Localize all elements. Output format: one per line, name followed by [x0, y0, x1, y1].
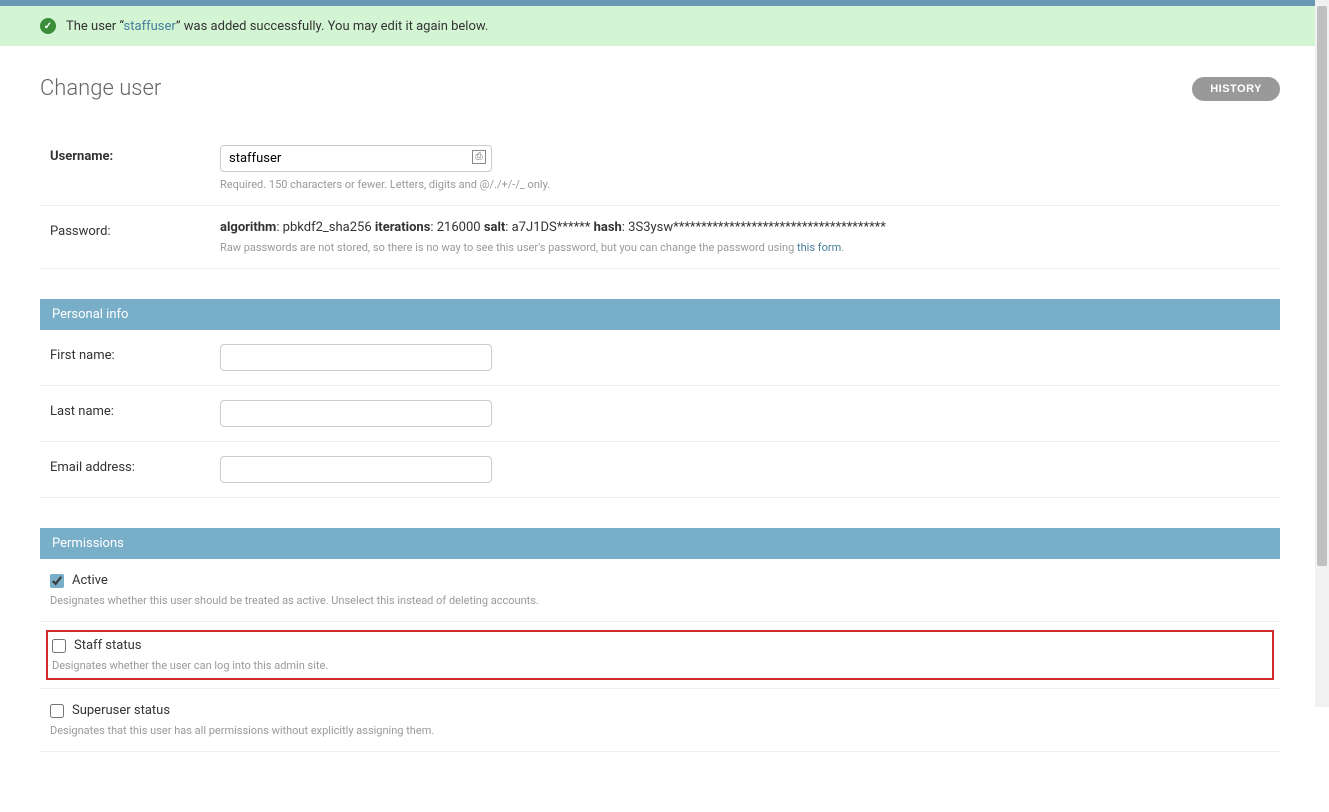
superuser-help: Designates that this user has all permis…	[50, 724, 1270, 737]
success-banner: ✓ The user “staffuser” was added success…	[0, 6, 1329, 46]
active-row: Active Designates whether this user shou…	[40, 559, 1280, 622]
permissions-fieldset: Permissions Active Designates whether th…	[40, 528, 1280, 752]
superuser-row: Superuser status Designates that this us…	[40, 689, 1280, 752]
superuser-checkbox[interactable]	[50, 704, 64, 718]
username-label: Username:	[50, 145, 220, 164]
last-name-input[interactable]	[220, 400, 492, 427]
first-name-row: First name:	[40, 330, 1280, 386]
email-row: Email address:	[40, 442, 1280, 498]
password-form-link[interactable]: this form	[797, 241, 841, 254]
active-label: Active	[72, 573, 108, 588]
last-name-row: Last name:	[40, 386, 1280, 442]
history-button[interactable]: HISTORY	[1192, 77, 1280, 101]
permissions-header: Permissions	[40, 528, 1280, 559]
email-label: Email address:	[50, 456, 220, 475]
password-row: Password: algorithm: pbkdf2_sha256 itera…	[40, 206, 1280, 269]
active-checkbox[interactable]	[50, 574, 64, 588]
staff-checkbox[interactable]	[52, 639, 66, 653]
password-help: Raw passwords are not stored, so there i…	[220, 241, 1270, 254]
staff-row: Staff status Designates whether the user…	[40, 622, 1280, 689]
last-name-label: Last name:	[50, 400, 220, 419]
scrollbar-thumb[interactable]	[1317, 6, 1327, 566]
staff-highlight: Staff status Designates whether the user…	[46, 630, 1274, 680]
active-help: Designates whether this user should be t…	[50, 594, 1270, 607]
personal-info-fieldset: Personal info First name: Last name: Ema…	[40, 299, 1280, 498]
banner-user-link[interactable]: staffuser	[124, 19, 176, 34]
banner-text: The user “staffuser” was added successfu…	[66, 19, 488, 34]
first-name-input[interactable]	[220, 344, 492, 371]
check-circle-icon: ✓	[40, 18, 56, 34]
username-help: Required. 150 characters or fewer. Lette…	[220, 178, 1270, 191]
first-name-label: First name:	[50, 344, 220, 363]
staff-help: Designates whether the user can log into…	[52, 659, 1268, 672]
password-display: algorithm: pbkdf2_sha256 iterations: 216…	[220, 220, 1270, 235]
username-row: Username: ⎙ Required. 150 characters or …	[40, 131, 1280, 206]
scrollbar[interactable]	[1315, 0, 1329, 707]
main-fieldset: Username: ⎙ Required. 150 characters or …	[40, 131, 1280, 269]
password-label: Password:	[50, 220, 220, 239]
username-input[interactable]	[220, 145, 492, 172]
superuser-label: Superuser status	[72, 703, 170, 718]
page-title: Change user	[40, 76, 161, 101]
staff-label: Staff status	[74, 638, 141, 653]
page-header: Change user HISTORY	[40, 76, 1280, 101]
email-input[interactable]	[220, 456, 492, 483]
personal-info-header: Personal info	[40, 299, 1280, 330]
